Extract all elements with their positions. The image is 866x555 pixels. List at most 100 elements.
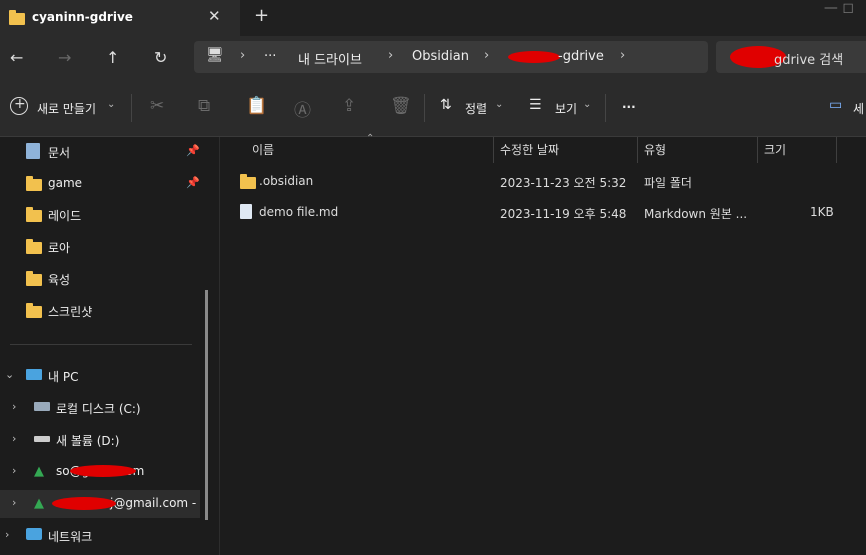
chevron-right-icon: › [620, 48, 626, 63]
folder-icon [26, 239, 42, 254]
column-header-size[interactable]: 크기 [764, 141, 786, 158]
sidebar-item-label: j@gmail.com - [110, 496, 197, 510]
sort-button[interactable]: 정렬 [465, 100, 487, 117]
sidebar-item-raid[interactable]: 레이드 [0, 201, 200, 229]
sidebar-item-gdrive-2[interactable]: › ▲ j@gmail.com - [0, 490, 200, 518]
separator [131, 94, 132, 122]
breadcrumb-overflow[interactable]: ··· [264, 49, 276, 64]
chevron-right-icon[interactable]: › [12, 496, 16, 509]
new-icon: + [10, 96, 28, 115]
new-button[interactable]: 새로 만들기 [37, 100, 96, 117]
column-header-name[interactable]: 이름 [252, 141, 274, 158]
copy-icon[interactable]: ⧉ [198, 96, 210, 116]
delete-icon[interactable]: 🗑 [390, 96, 412, 116]
sidebar-item-local-disk-c[interactable]: › 로컬 디스크 (C:) [0, 394, 200, 422]
tab-title: cyaninn-gdrive [32, 10, 133, 24]
back-button[interactable]: ← [10, 48, 23, 67]
view-button[interactable]: 보기 [555, 100, 577, 117]
chevron-down-icon: ⌄ [583, 99, 592, 110]
sort-icon: ⇅ [440, 97, 452, 113]
sidebar-item-label: 육성 [48, 273, 71, 287]
forward-button[interactable]: → [58, 48, 71, 67]
chevron-right-icon: › [388, 48, 394, 63]
search-placeholder: gdrive 검색 [774, 53, 844, 68]
folder-icon [9, 10, 25, 25]
sort-up-icon: ⌃ [366, 133, 375, 144]
column-divider[interactable] [836, 137, 837, 163]
share-icon[interactable]: ⇪ [342, 96, 356, 116]
sidebar-item-label: 로컬 디스크 (C:) [56, 402, 141, 416]
chevron-right-icon: › [240, 48, 246, 63]
chevron-right-icon[interactable]: › [12, 400, 16, 413]
markdown-file-icon [240, 204, 252, 219]
breadcrumb-my-drive[interactable]: 내 드라이브 [298, 49, 362, 68]
refresh-button[interactable]: ↻ [154, 48, 167, 67]
more-options-button[interactable]: ··· [622, 100, 636, 114]
sidebar-item-label: 스크린샷 [48, 305, 93, 319]
rename-icon[interactable]: Ⓐ [294, 96, 311, 121]
folder-icon [26, 271, 42, 286]
chevron-right-icon[interactable]: › [12, 464, 16, 477]
drive-icon [34, 436, 50, 442]
column-headers: ⌃ 이름 수정한 날짜 유형 크기 [220, 133, 866, 163]
file-name: demo file.md [259, 205, 339, 219]
tab-bar: cyaninn-gdrive ✕ + — ◻ [0, 0, 866, 36]
column-header-type[interactable]: 유형 [644, 141, 666, 158]
chevron-right-icon: › [484, 48, 490, 63]
sidebar-item-label: 내 PC [48, 370, 79, 384]
sidebar-item-label: 새 볼륨 (D:) [56, 434, 120, 448]
google-drive-icon: ▲ [34, 464, 44, 479]
address-bar[interactable]: 🖥 › ··· 내 드라이브 › Obsidian › -gdrive › [194, 41, 708, 73]
column-divider[interactable] [757, 137, 758, 163]
column-header-modified[interactable]: 수정한 날짜 [500, 141, 559, 158]
sidebar-item-volume-d[interactable]: › 새 볼륨 (D:) [0, 426, 200, 454]
navigation-pane: 문서 📌 game 📌 레이드 로아 육성 스크린샷 ⌄ 내 PC › 로컬 디… [0, 137, 210, 555]
folder-icon [26, 207, 42, 222]
sidebar-item-loa[interactable]: 로아 [0, 233, 200, 261]
divider [10, 344, 192, 345]
sidebar-item-growth[interactable]: 육성 [0, 265, 200, 293]
sidebar-item-game[interactable]: game 📌 [0, 170, 200, 198]
cut-icon[interactable]: ✂ [150, 96, 164, 116]
sidebar-item-documents[interactable]: 문서 📌 [0, 138, 200, 166]
file-row[interactable]: .obsidian 2023-11-23 오전 5:32 파일 폴더 [220, 166, 866, 196]
sidebar-item-label: 네트워크 [48, 530, 93, 544]
document-icon [26, 143, 40, 159]
column-divider[interactable] [637, 137, 638, 163]
window-controls[interactable]: — ◻ [824, 0, 854, 16]
chevron-down-icon: ⌄ [107, 99, 116, 110]
breadcrumb-obsidian[interactable]: Obsidian [412, 49, 469, 64]
search-box[interactable]: gdrive 검색 [716, 41, 866, 73]
close-tab-button[interactable]: ✕ [208, 7, 221, 25]
breadcrumb-gdrive[interactable]: -gdrive [558, 49, 604, 64]
up-button[interactable]: ↑ [106, 48, 119, 67]
tab-cyaninn-gdrive[interactable]: cyaninn-gdrive ✕ [0, 0, 240, 36]
folder-icon [26, 303, 42, 318]
sidebar-item-gdrive-1[interactable]: › ▲ so@gmail.com [0, 458, 200, 486]
file-type: Markdown 원본 ... [644, 207, 748, 221]
sidebar-item-this-pc[interactable]: ⌄ 내 PC [0, 362, 200, 390]
chevron-right-icon[interactable]: › [12, 432, 16, 445]
sidebar-item-label: 문서 [48, 146, 71, 160]
paste-icon[interactable]: 📋 [246, 96, 267, 116]
sidebar-item-network[interactable]: › 네트워크 [0, 522, 200, 550]
details-pane-icon: ▭ [829, 97, 843, 113]
details-button[interactable]: 세 [853, 100, 864, 117]
navigation-bar: ← → ↑ ↻ 🖥 › ··· 내 드라이브 › Obsidian › -gdr… [0, 36, 866, 80]
file-type: 파일 폴더 [644, 176, 692, 190]
view-icon: ☰ [529, 97, 542, 113]
monitor-icon: 🖥 [206, 47, 224, 63]
folder-icon [240, 174, 256, 189]
file-modified: 2023-11-19 오후 5:48 [500, 207, 627, 221]
new-tab-button[interactable]: + [254, 5, 269, 26]
chevron-right-icon[interactable]: › [5, 528, 9, 541]
pane-scrollbar[interactable] [205, 290, 208, 520]
sidebar-item-screenshots[interactable]: 스크린샷 [0, 297, 200, 325]
file-row[interactable]: demo file.md 2023-11-19 오후 5:48 Markdown… [220, 197, 866, 227]
file-size: 1KB [810, 205, 834, 219]
command-bar: + 새로 만들기 ⌄ ✂ ⧉ 📋 Ⓐ ⇪ 🗑 ⇅ 정렬 ⌄ ☰ 보기 ⌄ ···… [0, 80, 866, 137]
sidebar-item-label: 로아 [48, 241, 71, 255]
separator [424, 94, 425, 122]
column-divider[interactable] [493, 137, 494, 163]
chevron-down-icon[interactable]: ⌄ [5, 368, 14, 381]
